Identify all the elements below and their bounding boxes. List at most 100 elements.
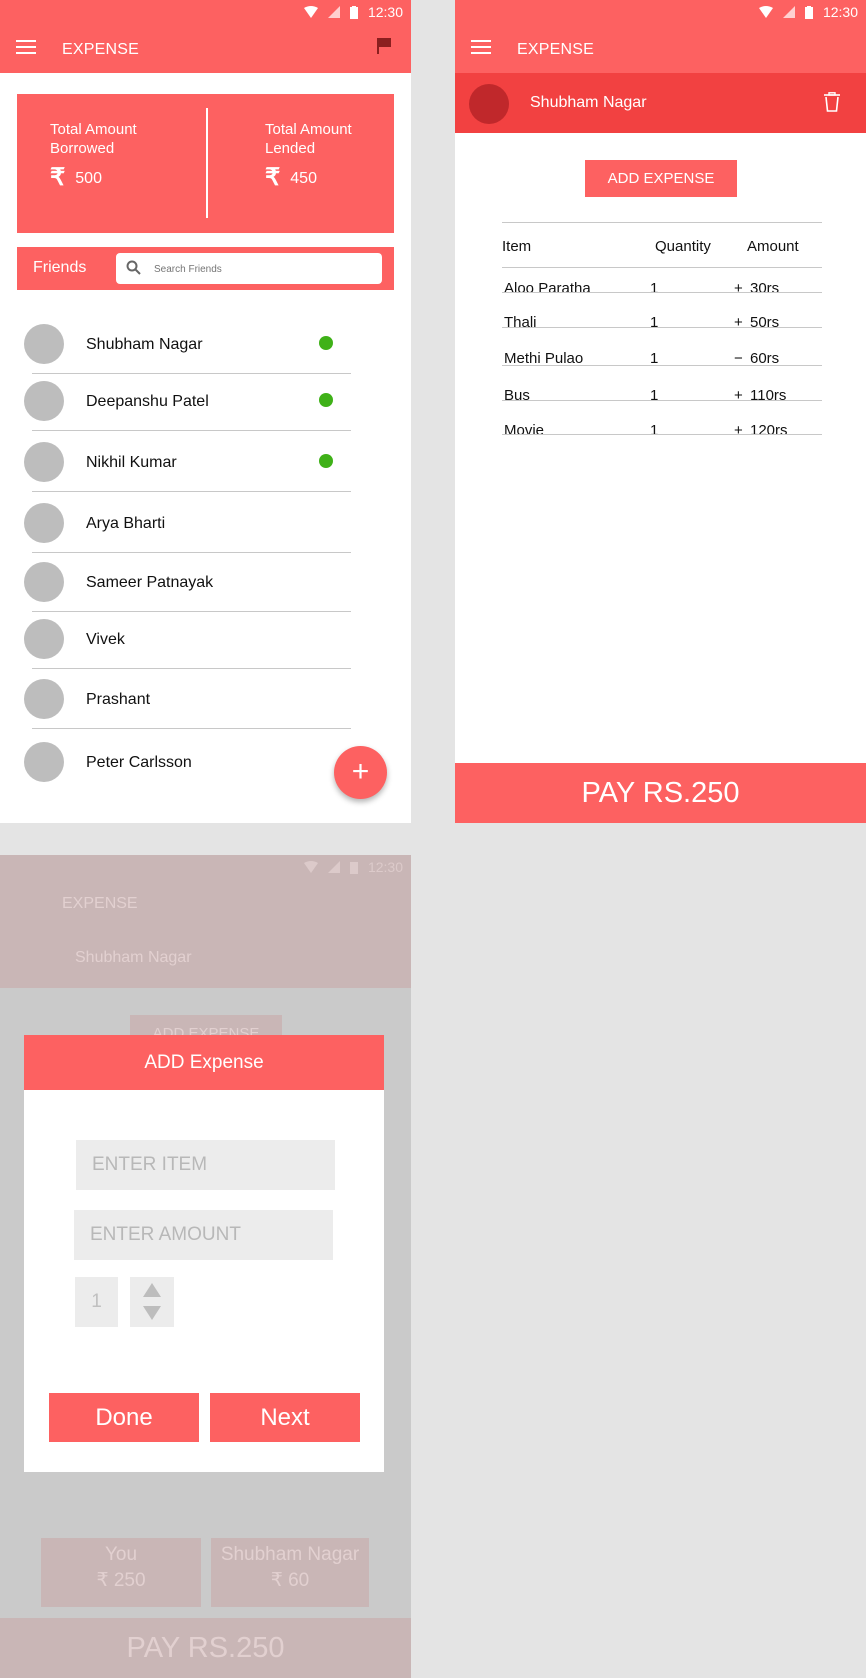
- expense-item: Aloo Paratha: [504, 280, 591, 297]
- friend-header: Shubham Nagar: [455, 73, 866, 133]
- friend-name: Deepanshu Patel: [86, 393, 209, 410]
- expense-amount: 30rs: [750, 280, 780, 297]
- friend-name: Nikhil Kumar: [86, 454, 177, 471]
- avatar: [24, 562, 64, 602]
- friend-name: Shubham Nagar: [86, 336, 203, 353]
- status-bar: 12:30: [0, 0, 411, 24]
- list-item[interactable]: Deepanshu Patel: [24, 381, 351, 441]
- list-item[interactable]: Peter Carlsson: [24, 742, 351, 802]
- dimmed-pay-bar: PAY RS.250: [0, 1618, 411, 1678]
- list-divider: [32, 728, 351, 729]
- dimmed-you-card: You ₹ 250: [41, 1538, 201, 1607]
- add-friend-button[interactable]: +: [334, 746, 387, 799]
- friend-name: Vivek: [86, 631, 125, 648]
- rupee-icon: ₹: [265, 164, 281, 191]
- balance-summary: Total Amount Borrowed ₹ 500 Total Amount…: [17, 94, 394, 233]
- list-item[interactable]: Vivek: [24, 619, 351, 679]
- chevron-down-icon[interactable]: [143, 1306, 161, 1320]
- list-divider: [32, 552, 351, 553]
- list-item[interactable]: Prashant: [24, 679, 351, 739]
- friend-name: Arya Bharti: [86, 515, 166, 532]
- list-divider: [32, 491, 351, 492]
- lended-label: Total Amount Lended: [265, 121, 352, 157]
- list-divider: [32, 373, 351, 374]
- table-divider: [502, 400, 822, 401]
- table-divider: [502, 434, 822, 435]
- avatar: [24, 324, 64, 364]
- amount-input[interactable]: [74, 1210, 333, 1260]
- search-icon: [126, 260, 141, 275]
- expense-quantity: 1: [650, 422, 659, 439]
- expense-quantity: 1: [650, 280, 659, 297]
- pay-button[interactable]: PAY RS.250: [455, 763, 866, 823]
- friends-bar: Friends: [17, 247, 394, 290]
- wifi-icon: [758, 6, 773, 18]
- avatar: [24, 503, 64, 543]
- trash-icon[interactable]: [824, 92, 840, 112]
- table-divider: [502, 292, 822, 293]
- table-divider: [502, 365, 822, 366]
- borrowed-summary: Total Amount Borrowed ₹ 500: [50, 120, 190, 190]
- flag-icon[interactable]: [377, 38, 391, 54]
- wifi-icon: [303, 861, 318, 873]
- expense-sign: +: [734, 422, 743, 439]
- expense-sign: +: [734, 314, 743, 331]
- list-item[interactable]: Shubham Nagar: [24, 324, 351, 384]
- dimmed-app-bar: 12:30 EXPENSE Shubham Nagar: [0, 855, 411, 988]
- status-time: 12:30: [367, 4, 403, 20]
- friends-label: Friends: [33, 259, 87, 276]
- expense-quantity: 1: [650, 387, 659, 404]
- avatar: [24, 442, 64, 482]
- search-box[interactable]: [116, 253, 382, 284]
- item-input[interactable]: [76, 1140, 335, 1190]
- list-item[interactable]: Nikhil Kumar: [24, 442, 351, 502]
- quantity-stepper[interactable]: [130, 1277, 174, 1327]
- column-header-amount: Amount: [747, 238, 799, 255]
- status-bar: 12:30: [455, 0, 866, 24]
- done-button[interactable]: Done: [49, 1393, 199, 1442]
- dimmed-friend-card: Shubham Nagar ₹ 60: [211, 1538, 369, 1607]
- avatar: [24, 679, 64, 719]
- expense-amount: 120rs: [750, 422, 788, 439]
- status-time: 12:30: [367, 859, 403, 875]
- expense-detail-screen: 12:30 EXPENSE Shubham Nagar ADD EXPENSE …: [455, 0, 866, 823]
- dimmed-friend-amount: ₹ 60: [270, 1570, 310, 1591]
- online-status-icon: [319, 336, 333, 350]
- add-expense-dialog: ADD Expense 1 Done Next: [24, 1035, 384, 1472]
- dimmed-app-title: EXPENSE: [62, 895, 138, 912]
- app-bar: EXPENSE: [455, 24, 866, 73]
- column-header-item: Item: [502, 238, 532, 255]
- table-divider: [502, 222, 822, 223]
- expense-quantity: 1: [650, 314, 659, 331]
- list-divider: [32, 611, 351, 612]
- avatar: [24, 742, 64, 782]
- lended-amount: 450: [290, 169, 317, 187]
- menu-icon[interactable]: [16, 40, 36, 56]
- avatar: [469, 84, 509, 124]
- battery-icon: [349, 5, 358, 19]
- chevron-up-icon[interactable]: [143, 1283, 161, 1297]
- status-time: 12:30: [822, 4, 858, 20]
- summary-divider: [206, 108, 208, 218]
- quantity-value[interactable]: 1: [75, 1277, 118, 1327]
- add-expense-button[interactable]: ADD EXPENSE: [585, 160, 737, 197]
- list-item[interactable]: Arya Bharti: [24, 503, 351, 563]
- expense-sign: +: [734, 280, 743, 297]
- app-bar: EXPENSE: [0, 24, 411, 73]
- rupee-icon: ₹: [50, 164, 66, 191]
- wifi-icon: [303, 6, 318, 18]
- next-button[interactable]: Next: [210, 1393, 360, 1442]
- app-title: EXPENSE: [62, 41, 139, 58]
- search-input[interactable]: [154, 259, 364, 279]
- dimmed-friend-name: Shubham Nagar: [75, 949, 192, 966]
- expense-sign: +: [734, 387, 743, 404]
- friends-screen: 12:30 EXPENSE Total Amount Borrowed ₹ 50…: [0, 0, 411, 823]
- list-item[interactable]: Sameer Patnayak: [24, 562, 351, 622]
- list-divider: [32, 668, 351, 669]
- online-status-icon: [319, 454, 333, 468]
- expense-item: Thali: [504, 314, 537, 331]
- table-divider: [502, 327, 822, 328]
- dialog-title: ADD Expense: [24, 1035, 384, 1090]
- menu-icon[interactable]: [471, 40, 491, 56]
- avatar: [24, 381, 64, 421]
